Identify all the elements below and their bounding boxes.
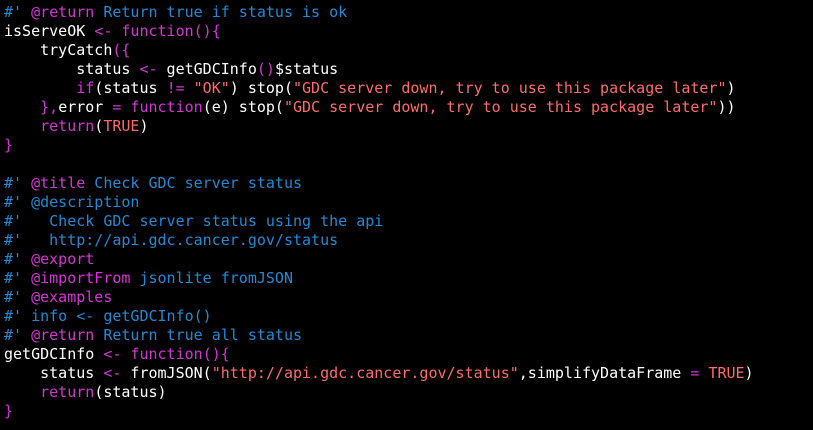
code-line: isServeOK <- function(){	[4, 22, 221, 41]
code-line: if(status != "OK") stop("GDC server down…	[4, 79, 736, 98]
code-token: }	[4, 136, 14, 154]
code-token: fromJSON(	[121, 364, 212, 382]
code-line: #' @return Return true all status	[4, 326, 302, 345]
code-line: #' @importFrom jsonlite fromJSON	[4, 269, 293, 288]
code-token: #'	[4, 326, 32, 344]
code-token: "GDC server down, try to use this packag…	[293, 79, 727, 97]
code-line: status <- getGDCInfo()$status	[4, 60, 338, 79]
code-token: isServeOK	[4, 22, 95, 40]
code-token: return	[40, 117, 95, 135]
code-token: function	[121, 22, 194, 40]
code-token: }	[4, 402, 14, 420]
code-line: getGDCInfo <- function(){	[4, 345, 230, 364]
code-token: )	[726, 79, 736, 97]
code-token: getGDCInfo	[157, 60, 257, 78]
code-token: Return true all status	[94, 326, 303, 344]
code-token: tryCatch	[40, 41, 113, 59]
code-token: if	[76, 79, 95, 97]
code-token: #' Check GDC server status using the api	[4, 212, 384, 230]
code-token: function	[130, 98, 203, 116]
code-token: error	[58, 98, 113, 116]
code-token: #' http://api.gdc.cancer.gov/status	[4, 231, 339, 249]
code-token: ,simplifyDataFrame	[518, 364, 691, 382]
code-token: @return	[31, 326, 95, 344]
code-token: (	[94, 117, 104, 135]
code-token: #'	[4, 250, 32, 268]
code-line: #' @examples	[4, 288, 112, 307]
code-token: ({	[112, 41, 131, 59]
code-token: )	[744, 364, 754, 382]
code-line: return(TRUE)	[4, 117, 149, 136]
code-token: "http://api.gdc.cancer.gov/status"	[211, 364, 519, 382]
code-token: <-	[103, 345, 122, 363]
code-line: }	[4, 402, 13, 421]
code-token: ))	[717, 98, 736, 116]
code-line: }	[4, 136, 13, 155]
code-token: #'	[4, 3, 32, 21]
code-editor[interactable]: #' @return Return true if status is ok is…	[0, 0, 813, 430]
code-line: #' info <- getGDCInfo()	[4, 307, 212, 326]
code-token: <-	[94, 22, 113, 40]
code-token: (){	[193, 22, 221, 40]
code-token: Return true if status is ok	[94, 3, 348, 21]
code-token: ) stop(	[229, 79, 293, 97]
code-token: status	[4, 364, 104, 382]
code-line: return(status)	[4, 383, 167, 402]
code-line: },error = function(e) stop("GDC server d…	[4, 98, 736, 117]
code-token: @examples	[31, 288, 113, 306]
code-token: #'	[4, 288, 32, 306]
code-line: #' http://api.gdc.cancer.gov/status	[4, 231, 338, 250]
code-token: status	[76, 60, 140, 78]
code-token: (status)	[94, 383, 167, 401]
code-token: #'	[4, 174, 32, 192]
code-line: status <- fromJSON("http://api.gdc.cance…	[4, 364, 754, 383]
code-token: @title	[31, 174, 86, 192]
code-token: TRUE	[708, 364, 745, 382]
code-token: <-	[139, 60, 158, 78]
code-token: },	[40, 98, 59, 116]
code-token: #' @description	[4, 193, 140, 211]
code-token: (e) stop(	[202, 98, 284, 116]
code-token: jsonlite fromJSON	[130, 269, 293, 287]
code-token: )	[139, 117, 149, 135]
code-line: #' @description	[4, 193, 139, 212]
code-token: return	[40, 383, 95, 401]
code-token: @importFrom	[31, 269, 131, 287]
code-token: (){	[202, 345, 230, 363]
code-token: $status	[274, 60, 339, 78]
code-line: #' @export	[4, 250, 94, 269]
code-token: Check GDC server status	[85, 174, 303, 192]
code-token: "OK"	[193, 79, 230, 97]
code-token: <-	[103, 364, 122, 382]
code-line: #' Check GDC server status using the api	[4, 212, 383, 231]
code-token: ()	[256, 60, 275, 78]
code-line: tryCatch({	[4, 41, 130, 60]
code-token: #'	[4, 269, 32, 287]
code-token: getGDCInfo	[4, 345, 104, 363]
code-token: !=	[166, 79, 185, 97]
code-token: @export	[31, 250, 95, 268]
code-line: #' @title Check GDC server status	[4, 174, 302, 193]
code-token: #' info <- getGDCInfo()	[4, 307, 212, 325]
code-line: #' @return Return true if status is ok	[4, 3, 347, 22]
code-token: @return	[31, 3, 95, 21]
code-token: (status	[94, 79, 167, 97]
code-token: function	[130, 345, 203, 363]
code-token: "GDC server down, try to use this packag…	[283, 98, 718, 116]
code-token: TRUE	[103, 117, 140, 135]
